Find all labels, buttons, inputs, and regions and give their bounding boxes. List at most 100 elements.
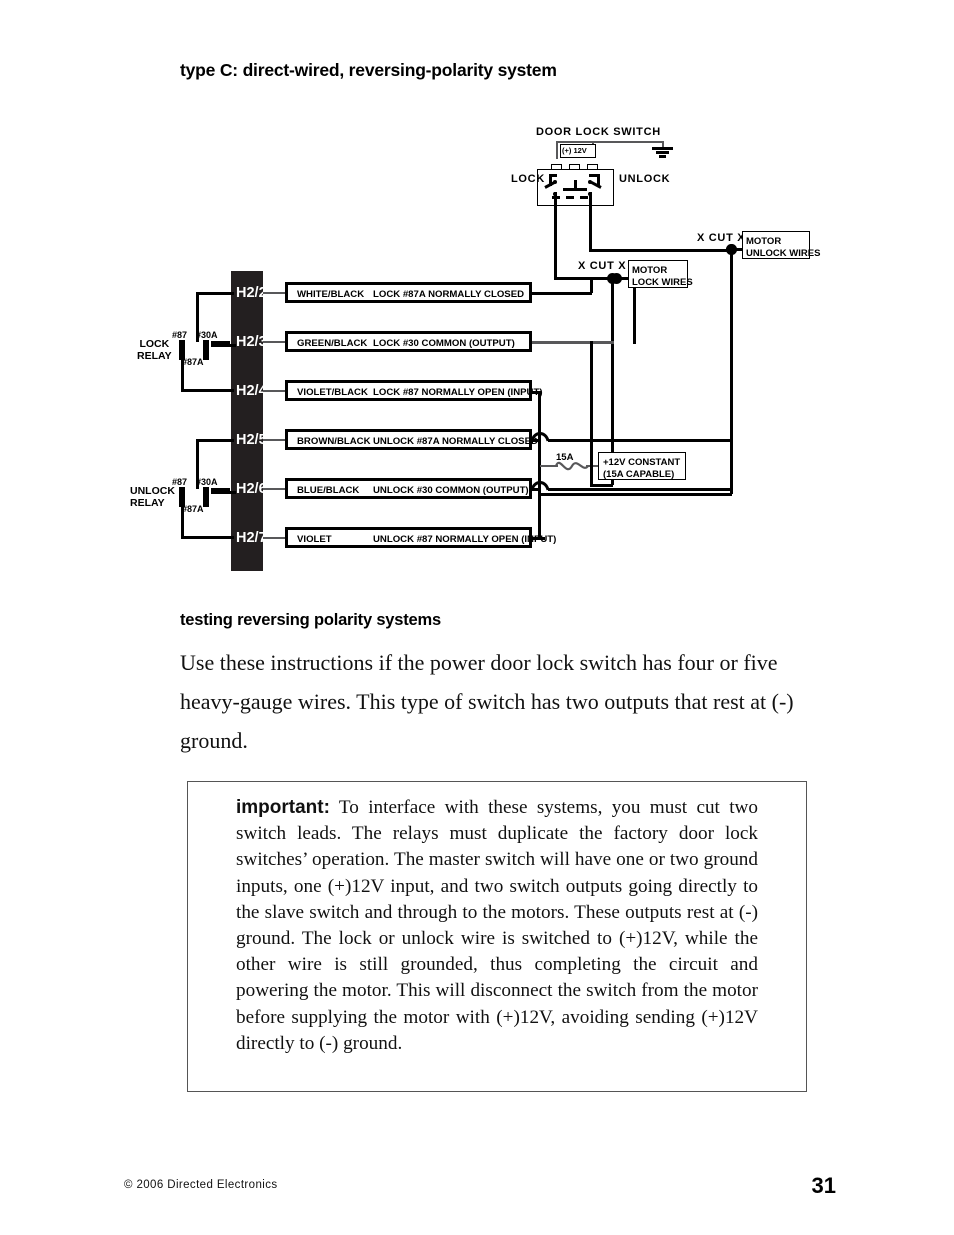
lock-relay-top-run — [196, 292, 234, 295]
unlock-label: UNLOCK — [619, 173, 671, 185]
motor-lock-descend — [633, 288, 636, 344]
wire-row-h2-2: WHITE/BLACK LOCK #87A NORMALLY CLOSED — [285, 282, 532, 303]
unlock-relay-87-riser — [196, 439, 199, 489]
footer-page-number: 31 — [811, 1173, 836, 1198]
subsection-title: testing reversing polarity systems — [180, 611, 441, 629]
unlock-relay-top-run — [196, 439, 234, 442]
switch-contact-lock-horz — [549, 174, 557, 177]
unlock-relay-87a-drop — [181, 505, 184, 538]
lock-label: LOCK — [511, 173, 545, 185]
wire-color-h2-4: VIOLET/BLACK — [297, 387, 368, 398]
intro-paragraph: Use these instructions if the power door… — [180, 650, 794, 753]
switch-terminal-right — [587, 164, 598, 170]
lead-h2-7 — [263, 537, 285, 539]
unlock-cut-bottom-turn — [538, 493, 732, 496]
unlock-relay-label: UNLOCK RELAY — [130, 485, 175, 510]
switch-dash-1 — [552, 196, 560, 199]
unlock-relay-blade-87a — [203, 487, 209, 507]
lock-cut-bottom-turn — [590, 484, 613, 487]
switch-left-riser — [556, 141, 558, 159]
switch-common-stem — [574, 180, 577, 189]
cut-mark-unlock: X CUT X — [697, 232, 746, 244]
wire-function-h2-2: LOCK #87A NORMALLY CLOSED — [373, 289, 525, 300]
motor-lock-stub — [616, 277, 628, 280]
lock-relay-30a-run — [230, 344, 236, 347]
important-body: To interface with these systems, you mus… — [236, 797, 758, 1054]
document-page: type C: direct-wired, reversing-polarity… — [0, 0, 954, 1235]
wire-color-h2-2: WHITE/BLACK — [297, 289, 365, 300]
wire-color-h2-7: VIOLET — [297, 534, 332, 545]
wire-row-h2-4: VIOLET/BLACK LOCK #87 NORMALLY OPEN (INP… — [285, 380, 543, 401]
unlock-cut-descend — [730, 249, 733, 494]
lock-output-drop — [554, 206, 557, 279]
lock-relay-label: LOCK RELAY — [137, 338, 172, 363]
wire-function-h2-7: UNLOCK #87 NORMALLY OPEN (INPUT) — [373, 534, 557, 545]
route-h2-2-run — [532, 292, 592, 295]
lock-relay-terminal-30a: #30A — [196, 330, 218, 340]
unlock-relay-blade-87 — [179, 487, 185, 507]
lock-relay-blade-30a — [211, 341, 230, 347]
route-h2-7-join — [538, 537, 545, 540]
wire-row-h2-5: BROWN/BLACK UNLOCK #87A NORMALLY CLOSED — [285, 429, 538, 450]
cut-mark-lock: X CUT X — [578, 260, 627, 272]
switch-terminal-mid — [569, 164, 580, 170]
important-lead-label: important: — [236, 797, 330, 818]
motor-lock-wires-label: MOTOR LOCK WIRES — [632, 265, 693, 288]
wire-function-h2-5: UNLOCK #87A NORMALLY CLOSED — [373, 436, 538, 447]
wiring-diagram: DOOR LOCK SWITCH (+) 12V LOCK UNLOCK X C… — [0, 0, 954, 590]
ground-icon-bar3 — [659, 155, 666, 158]
unlock-relay-terminal-87a: #87A — [182, 504, 204, 514]
ground-icon-bar2 — [656, 151, 669, 154]
wire-color-h2-3: GREEN/BLACK — [297, 338, 368, 349]
lead-h2-6 — [263, 488, 285, 490]
lock-relay-blade-87 — [179, 340, 185, 360]
lock-relay-87a-run — [181, 389, 234, 392]
ground-icon-bar1 — [652, 147, 673, 150]
unlock-relay-30a-run — [230, 491, 236, 494]
wire-row-h2-6: BLUE/BLACK UNLOCK #30 COMMON (OUTPUT) — [285, 478, 532, 499]
unlock-relay-blade-30a — [211, 488, 230, 494]
lock-relay-87-riser — [196, 292, 199, 342]
unlock-output-drop — [589, 206, 592, 251]
lock-relay-blade-87a — [203, 340, 209, 360]
lead-h2-5 — [263, 439, 285, 441]
route-h2-2-join — [590, 277, 612, 280]
switch-node-unlock-top — [588, 180, 592, 184]
switch-contact-unlock-horz — [589, 174, 598, 177]
door-lock-switch-label: DOOR LOCK SWITCH — [536, 126, 661, 138]
wire-row-h2-3: GREEN/BLACK LOCK #30 COMMON (OUTPUT) — [285, 331, 532, 352]
lead-h2-2 — [263, 292, 285, 294]
unlock-output-run — [589, 249, 731, 252]
lock-relay-87a-drop — [181, 358, 184, 391]
h2-connector-bar — [231, 271, 263, 571]
switch-lock-out — [554, 192, 557, 206]
wire-function-h2-4: LOCK #87 NORMALLY OPEN (INPUT) — [373, 387, 543, 398]
lead-h2-3 — [263, 341, 285, 343]
switch-unlock-out — [589, 192, 592, 206]
power-source-label: (+) 12V — [562, 146, 587, 155]
route-h2-5-run — [548, 439, 731, 442]
lock-relay-terminal-87: #87 — [172, 330, 188, 340]
switch-top-rail — [556, 141, 664, 143]
route-h2-3-run — [532, 341, 614, 344]
wire-function-h2-6: UNLOCK #30 COMMON (OUTPUT) — [373, 485, 529, 496]
motor-unlock-wires-label: MOTOR UNLOCK WIRES — [746, 236, 821, 259]
wire-color-h2-6: BLUE/BLACK — [297, 485, 360, 496]
important-callout: important: To interface with these syste… — [187, 781, 807, 1092]
route-h2-2-riser — [590, 278, 593, 293]
unlock-relay-terminal-30a: #30A — [196, 477, 218, 487]
wire-row-h2-7: VIOLET UNLOCK #87 NORMALLY OPEN (INPUT) — [285, 527, 556, 548]
route-h2-6-run — [548, 488, 731, 491]
footer-copyright: © 2006 Directed Electronics — [124, 1179, 278, 1191]
lead-h2-4 — [263, 390, 285, 392]
fuse-label: 15A — [556, 452, 574, 463]
wire-color-h2-5: BROWN/BLACK — [297, 436, 371, 447]
constant-power-label: +12V CONSTANT (15A CAPABLE) — [603, 457, 681, 480]
unlock-relay-87a-run — [181, 536, 234, 539]
lock-cut-left-vert — [590, 341, 593, 486]
switch-terminal-left — [551, 164, 562, 170]
important-text: important: To interface with these syste… — [236, 795, 758, 1057]
lock-relay-terminal-87a: #87A — [182, 357, 204, 367]
unlock-relay-terminal-87: #87 — [172, 477, 188, 487]
switch-dash-2 — [566, 196, 574, 199]
